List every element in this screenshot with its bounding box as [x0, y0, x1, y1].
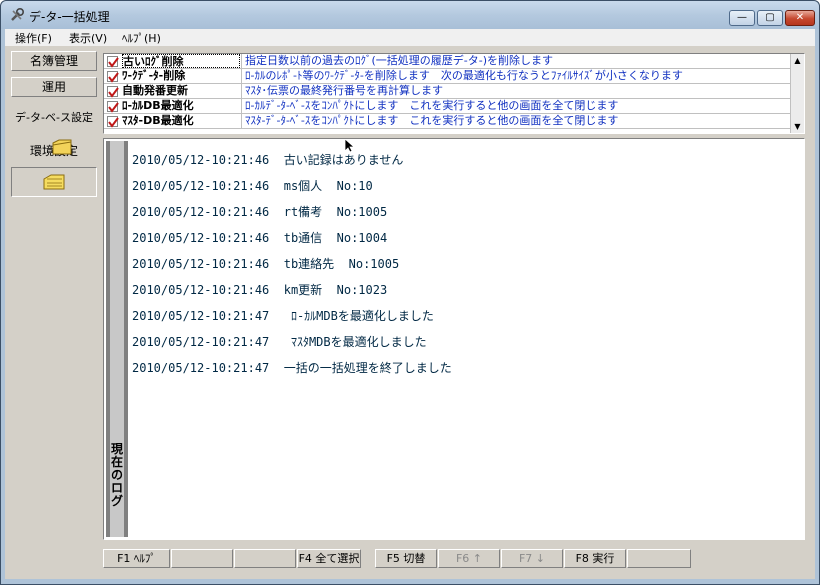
task-row[interactable]: ﾛ-ｶﾙDB最適化 ﾛ-ｶﾙﾃﾞ-ﾀ-ﾍﾞ-ｽをｺﾝﾊﾟｸﾄにします これを実行…	[104, 99, 790, 114]
scroll-up-icon[interactable]: ▲	[791, 54, 804, 67]
task-list-scrollbar[interactable]: ▲ ▼	[790, 54, 804, 133]
log-tab[interactable]: 現在のログ	[106, 141, 128, 537]
f5-toggle-button[interactable]: F5 切替	[375, 549, 437, 568]
close-button[interactable]: ✕	[785, 10, 815, 26]
task-name: 自動発番更新	[122, 84, 188, 97]
task-row[interactable]: 自動発番更新 ﾏｽﾀ･伝票の最終発行番号を再計算します	[104, 84, 790, 99]
task-list: 古いﾛｸﾞ削除 指定日数以前の過去のﾛｸﾞ(一括処理の履歴デ-タ-)を削除します…	[103, 53, 805, 134]
log-tab-label: 現在のログ	[111, 442, 124, 508]
sidebar-button-batch[interactable]	[11, 167, 97, 197]
log-tab-face: 現在のログ	[110, 141, 124, 537]
log-line: 2010/05/12-10:21:46 km更新 No:1023	[132, 283, 388, 297]
f9-button[interactable]	[627, 549, 691, 568]
menu-view[interactable]: 表示(V)	[69, 30, 107, 46]
log-line: 2010/05/12-10:21:47 一括の一括処理を終了しました	[132, 361, 452, 375]
checkmark-icon[interactable]	[107, 101, 119, 113]
log-line: 2010/05/12-10:21:47 ﾛ-ｶﾙMDBを最適化しました	[132, 309, 434, 323]
log-line: 2010/05/12-10:21:46 tb通信 No:1004	[132, 231, 388, 245]
f3-button[interactable]	[234, 549, 296, 568]
menu-help[interactable]: ﾍﾙﾌﾟ(H)	[122, 30, 161, 46]
folder-icon	[42, 172, 66, 195]
f6-up-button[interactable]: F6 ↑	[438, 549, 500, 568]
checkmark-icon[interactable]	[107, 86, 119, 98]
title-bar[interactable]: デ-タ-一括処理 — ▢ ✕	[1, 1, 819, 29]
main-window: デ-タ-一括処理 — ▢ ✕ 操作(F) 表示(V) ﾍﾙﾌﾟ(H) 名簿管理 …	[0, 0, 820, 585]
task-description: ﾛ-ｶﾙﾃﾞ-ﾀ-ﾍﾞ-ｽをｺﾝﾊﾟｸﾄにします これを実行すると他の画面を全て…	[241, 99, 790, 113]
log-line: 2010/05/12-10:21:46 tb連絡先 No:1005	[132, 257, 400, 271]
tools-icon	[9, 7, 25, 23]
function-key-bar: F1 ﾍﾙﾌﾟ F4 全て選択 F5 切替 F6 ↑ F7 ↓ F8 実行	[103, 549, 805, 569]
f7-down-button[interactable]: F7 ↓	[501, 549, 563, 568]
client-area: 名簿管理 運用 デ-タ-ベ-ス設定 環境設定	[5, 46, 815, 579]
task-row[interactable]: ﾜ-ｸﾃﾞ-ﾀ-削除 ﾛ-ｶﾙのﾚﾎﾟ-ﾄ等のﾜ-ｸﾃﾞ-ﾀ-を削除します 次の…	[104, 69, 790, 84]
sidebar-button-roster[interactable]: 名簿管理	[11, 51, 97, 71]
log-line: 2010/05/12-10:21:46 rt備考 No:1005	[132, 205, 388, 219]
log-line: 2010/05/12-10:21:47 ﾏｽﾀMDBを最適化しました	[132, 335, 427, 349]
checkmark-icon[interactable]	[107, 56, 119, 68]
f1-help-button[interactable]: F1 ﾍﾙﾌﾟ	[103, 549, 170, 568]
task-name: ﾏｽﾀ-DB最適化	[122, 114, 194, 127]
f2-button[interactable]	[171, 549, 233, 568]
mouse-cursor-icon	[344, 138, 356, 153]
checkmark-icon[interactable]	[107, 71, 119, 83]
f4-select-all-button[interactable]: F4 全て選択	[297, 549, 361, 568]
task-name: 古いﾛｸﾞ削除	[122, 54, 240, 68]
menu-bar: 操作(F) 表示(V) ﾍﾙﾌﾟ(H)	[5, 29, 815, 46]
minimize-button[interactable]: —	[729, 10, 755, 26]
checkmark-icon[interactable]	[107, 116, 119, 128]
log-line: 2010/05/12-10:21:46 古い記録はありません	[132, 153, 404, 167]
window-title: デ-タ-一括処理	[29, 10, 110, 24]
f8-execute-button[interactable]: F8 実行	[564, 549, 626, 568]
task-description: 指定日数以前の過去のﾛｸﾞ(一括処理の履歴デ-タ-)を削除します	[241, 54, 790, 68]
sidebar-label-database-settings[interactable]: デ-タ-ベ-ス設定	[9, 109, 99, 125]
task-description: ﾛ-ｶﾙのﾚﾎﾟ-ﾄ等のﾜ-ｸﾃﾞ-ﾀ-を削除します 次の最適化も行なうとﾌｧｲ…	[241, 69, 790, 83]
sidebar: 名簿管理 運用 デ-タ-ベ-ス設定 環境設定	[9, 51, 99, 575]
log-line: 2010/05/12-10:21:46 ms個人 No:10	[132, 179, 373, 193]
task-name: ﾜ-ｸﾃﾞ-ﾀ-削除	[122, 69, 186, 82]
task-description: ﾏｽﾀ-ﾃﾞ-ﾀ-ﾍﾞ-ｽをｺﾝﾊﾟｸﾄにします これを実行すると他の画面を全て…	[241, 114, 790, 128]
menu-operation[interactable]: 操作(F)	[15, 30, 52, 46]
task-row[interactable]: ﾏｽﾀ-DB最適化 ﾏｽﾀ-ﾃﾞ-ﾀ-ﾍﾞ-ｽをｺﾝﾊﾟｸﾄにします これを実行…	[104, 114, 790, 129]
task-row[interactable]: 古いﾛｸﾞ削除 指定日数以前の過去のﾛｸﾞ(一括処理の履歴デ-タ-)を削除します	[104, 54, 790, 69]
task-description: ﾏｽﾀ･伝票の最終発行番号を再計算します	[241, 84, 790, 98]
log-panel: 現在のログ 2010/05/12-10:21:46 古い記録はありません 201…	[103, 138, 805, 540]
sidebar-button-operation[interactable]: 運用	[11, 77, 97, 97]
task-name: ﾛ-ｶﾙDB最適化	[122, 99, 194, 112]
scroll-down-icon[interactable]: ▼	[791, 120, 804, 133]
folder-icon	[51, 137, 73, 160]
maximize-button[interactable]: ▢	[757, 10, 783, 26]
